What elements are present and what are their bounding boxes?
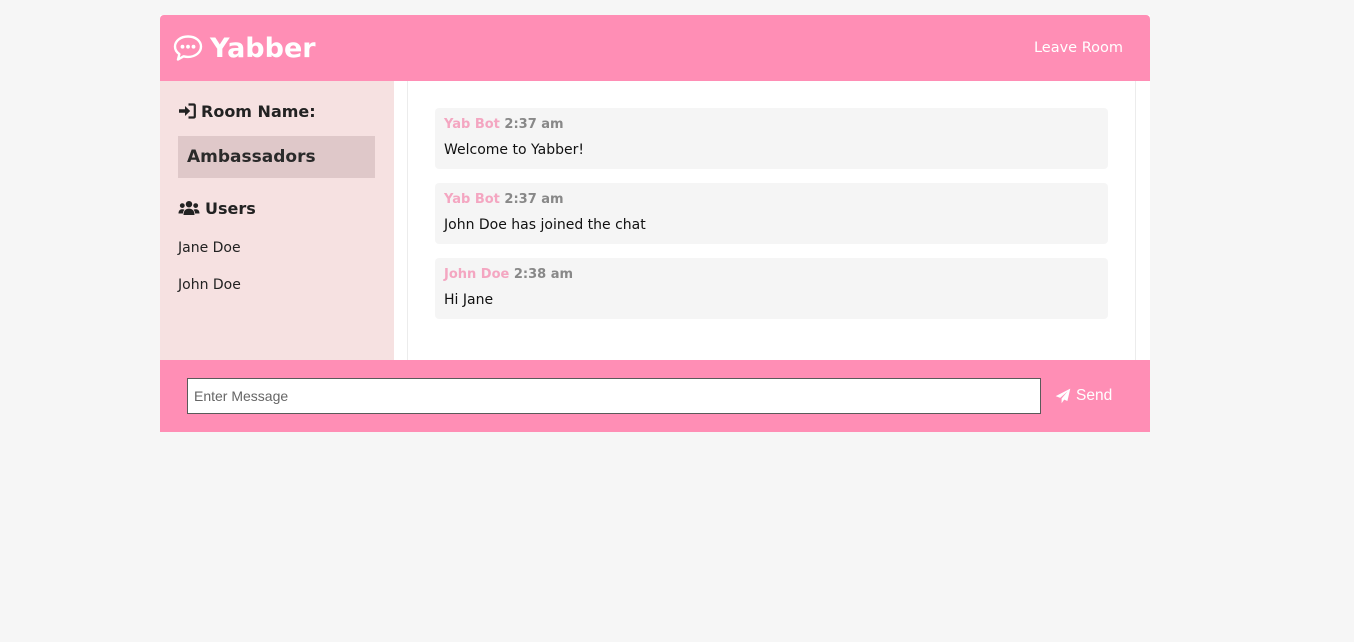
room-name: Ambassadors	[178, 136, 375, 178]
message-text: Welcome to Yabber!	[444, 142, 584, 158]
message-time: 2:37 am	[504, 192, 564, 207]
users-list: Jane Doe John Doe	[178, 230, 376, 304]
send-button-label: Send	[1076, 387, 1113, 404]
user-item: Jane Doe	[178, 240, 241, 256]
chat-form: Send	[160, 360, 1150, 432]
users-heading: Users	[178, 198, 376, 218]
message-time: 2:38 am	[513, 267, 574, 282]
message-time: 2:37 am	[504, 117, 564, 132]
chat-header: Yabber Leave Room	[160, 15, 1150, 81]
brand: Yabber	[173, 33, 316, 64]
messages-area: Yab Bot 2:37 am Welcome to Yabber! Yab B…	[394, 81, 1150, 360]
message: John Doe 2:38 am Hi Jane	[435, 258, 1108, 319]
leave-room-button[interactable]: Leave Room	[1034, 40, 1123, 56]
send-button[interactable]: Send	[1055, 387, 1112, 405]
message: Yab Bot 2:37 am John Doe has joined the …	[435, 183, 1108, 244]
message-meta: Yab Bot 2:37 am	[444, 117, 1099, 135]
messages-panel[interactable]: Yab Bot 2:37 am Welcome to Yabber! Yab B…	[407, 81, 1136, 360]
users-icon	[178, 201, 200, 215]
room-heading: Room Name:	[178, 101, 376, 121]
message-author: Yab Bot	[444, 192, 500, 207]
message-author: John Doe	[444, 267, 510, 282]
message-meta: John Doe 2:38 am	[444, 267, 1099, 285]
paper-plane-icon	[1055, 388, 1071, 404]
chat-container: Yabber Leave Room Room Name: Ambassadors	[160, 15, 1150, 432]
message-input[interactable]	[187, 378, 1041, 414]
message: Yab Bot 2:37 am Welcome to Yabber!	[435, 108, 1108, 169]
message-text: Hi Jane	[444, 292, 494, 308]
message-text: John Doe has joined the chat	[444, 217, 646, 233]
user-item: John Doe	[178, 277, 241, 293]
sign-in-icon	[179, 103, 196, 119]
users-heading-label: Users	[205, 198, 256, 218]
chat-sidebar: Room Name: Ambassadors Users Jane Doe Jo…	[160, 81, 394, 360]
message-author: Yab Bot	[444, 117, 500, 132]
app-title: Yabber	[210, 32, 316, 64]
room-heading-label: Room Name:	[201, 101, 316, 121]
chat-main: Room Name: Ambassadors Users Jane Doe Jo…	[160, 81, 1150, 360]
chat-bubble-icon	[173, 34, 203, 62]
message-meta: Yab Bot 2:37 am	[444, 192, 1099, 210]
